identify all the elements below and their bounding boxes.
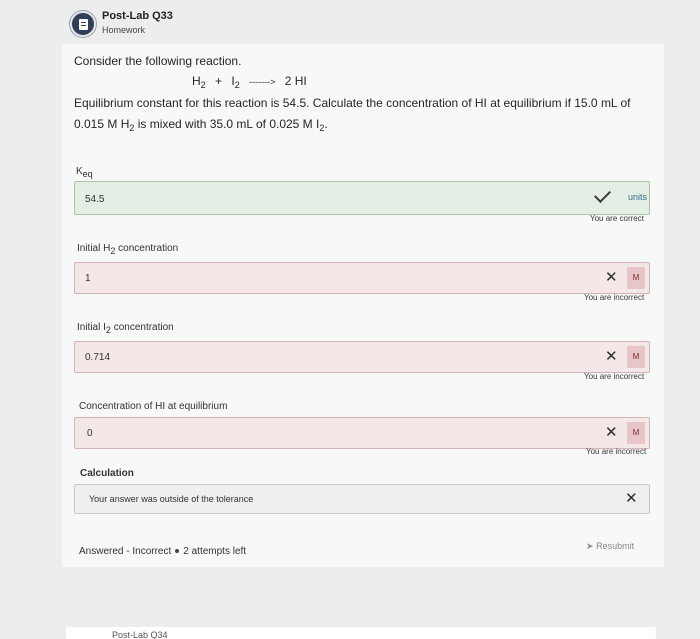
h2-units-tag[interactable]: M: [627, 267, 645, 289]
x-icon: ✕: [605, 424, 618, 441]
calculation-label: Calculation: [80, 468, 134, 479]
h2-label: Initial H2 concentration: [77, 243, 179, 256]
next-question-title: Post-Lab Q34: [112, 630, 168, 639]
check-icon: [594, 186, 611, 203]
assignment-type: Homework: [102, 25, 146, 35]
h2-value: 1: [85, 273, 91, 284]
reaction-arrow: ------->: [249, 77, 276, 87]
h2-answer-field[interactable]: 1 ✕ M: [74, 262, 650, 294]
hi-label: Concentration of HI at equilibrium: [79, 401, 228, 412]
assignment-header: Post-Lab Q33 Homework: [70, 8, 700, 38]
send-icon: ➤: [586, 541, 594, 551]
homework-icon: [70, 11, 96, 37]
i2-value: 0.714: [85, 352, 111, 363]
question-text-line2: 0.015 M H2 is mixed with 35.0 mL of 0.02…: [74, 117, 328, 133]
h2-status: You are incorrect: [584, 293, 645, 302]
answer-status: Answered - Incorrect 2 attempts left: [79, 546, 247, 557]
calculation-field[interactable]: Your answer was outside of the tolerance…: [74, 484, 650, 514]
keq-label: Keq: [76, 166, 93, 179]
calculation-feedback: Your answer was outside of the tolerance: [89, 494, 254, 504]
hi-status: You are incorrect: [586, 447, 647, 456]
assignment-title: Post-Lab Q33: [102, 10, 173, 22]
i2-answer-field[interactable]: 0.714 ✕ M: [74, 341, 650, 373]
i2-units-tag[interactable]: M: [627, 346, 645, 368]
keq-answer-field[interactable]: 54.5 units: [74, 181, 650, 215]
question-intro: Consider the following reaction.: [74, 54, 242, 68]
i2-label: Initial I2 concentration: [77, 322, 174, 335]
keq-value: 54.5: [85, 194, 105, 205]
x-icon: ✕: [625, 490, 638, 507]
hi-value: 0: [87, 428, 93, 439]
keq-units-tag: units: [628, 192, 648, 202]
hi-answer-field[interactable]: 0 ✕ M: [74, 417, 650, 449]
reaction-equation: H2 + I2 -------> 2 HI: [192, 74, 307, 90]
hi-units-tag[interactable]: M: [627, 422, 645, 444]
i2-status: You are incorrect: [584, 372, 645, 381]
next-question-card[interactable]: Post-Lab Q34: [66, 627, 656, 639]
question-card: Consider the following reaction. H2 + I2…: [62, 44, 664, 567]
x-icon: ✕: [605, 348, 618, 365]
keq-status: You are correct: [590, 214, 644, 223]
x-icon: ✕: [605, 269, 618, 286]
separator-dot: [175, 549, 180, 554]
resubmit-button[interactable]: ➤ Resubmit: [586, 541, 634, 552]
question-text-line1: Equilibrium constant for this reaction i…: [74, 96, 631, 110]
